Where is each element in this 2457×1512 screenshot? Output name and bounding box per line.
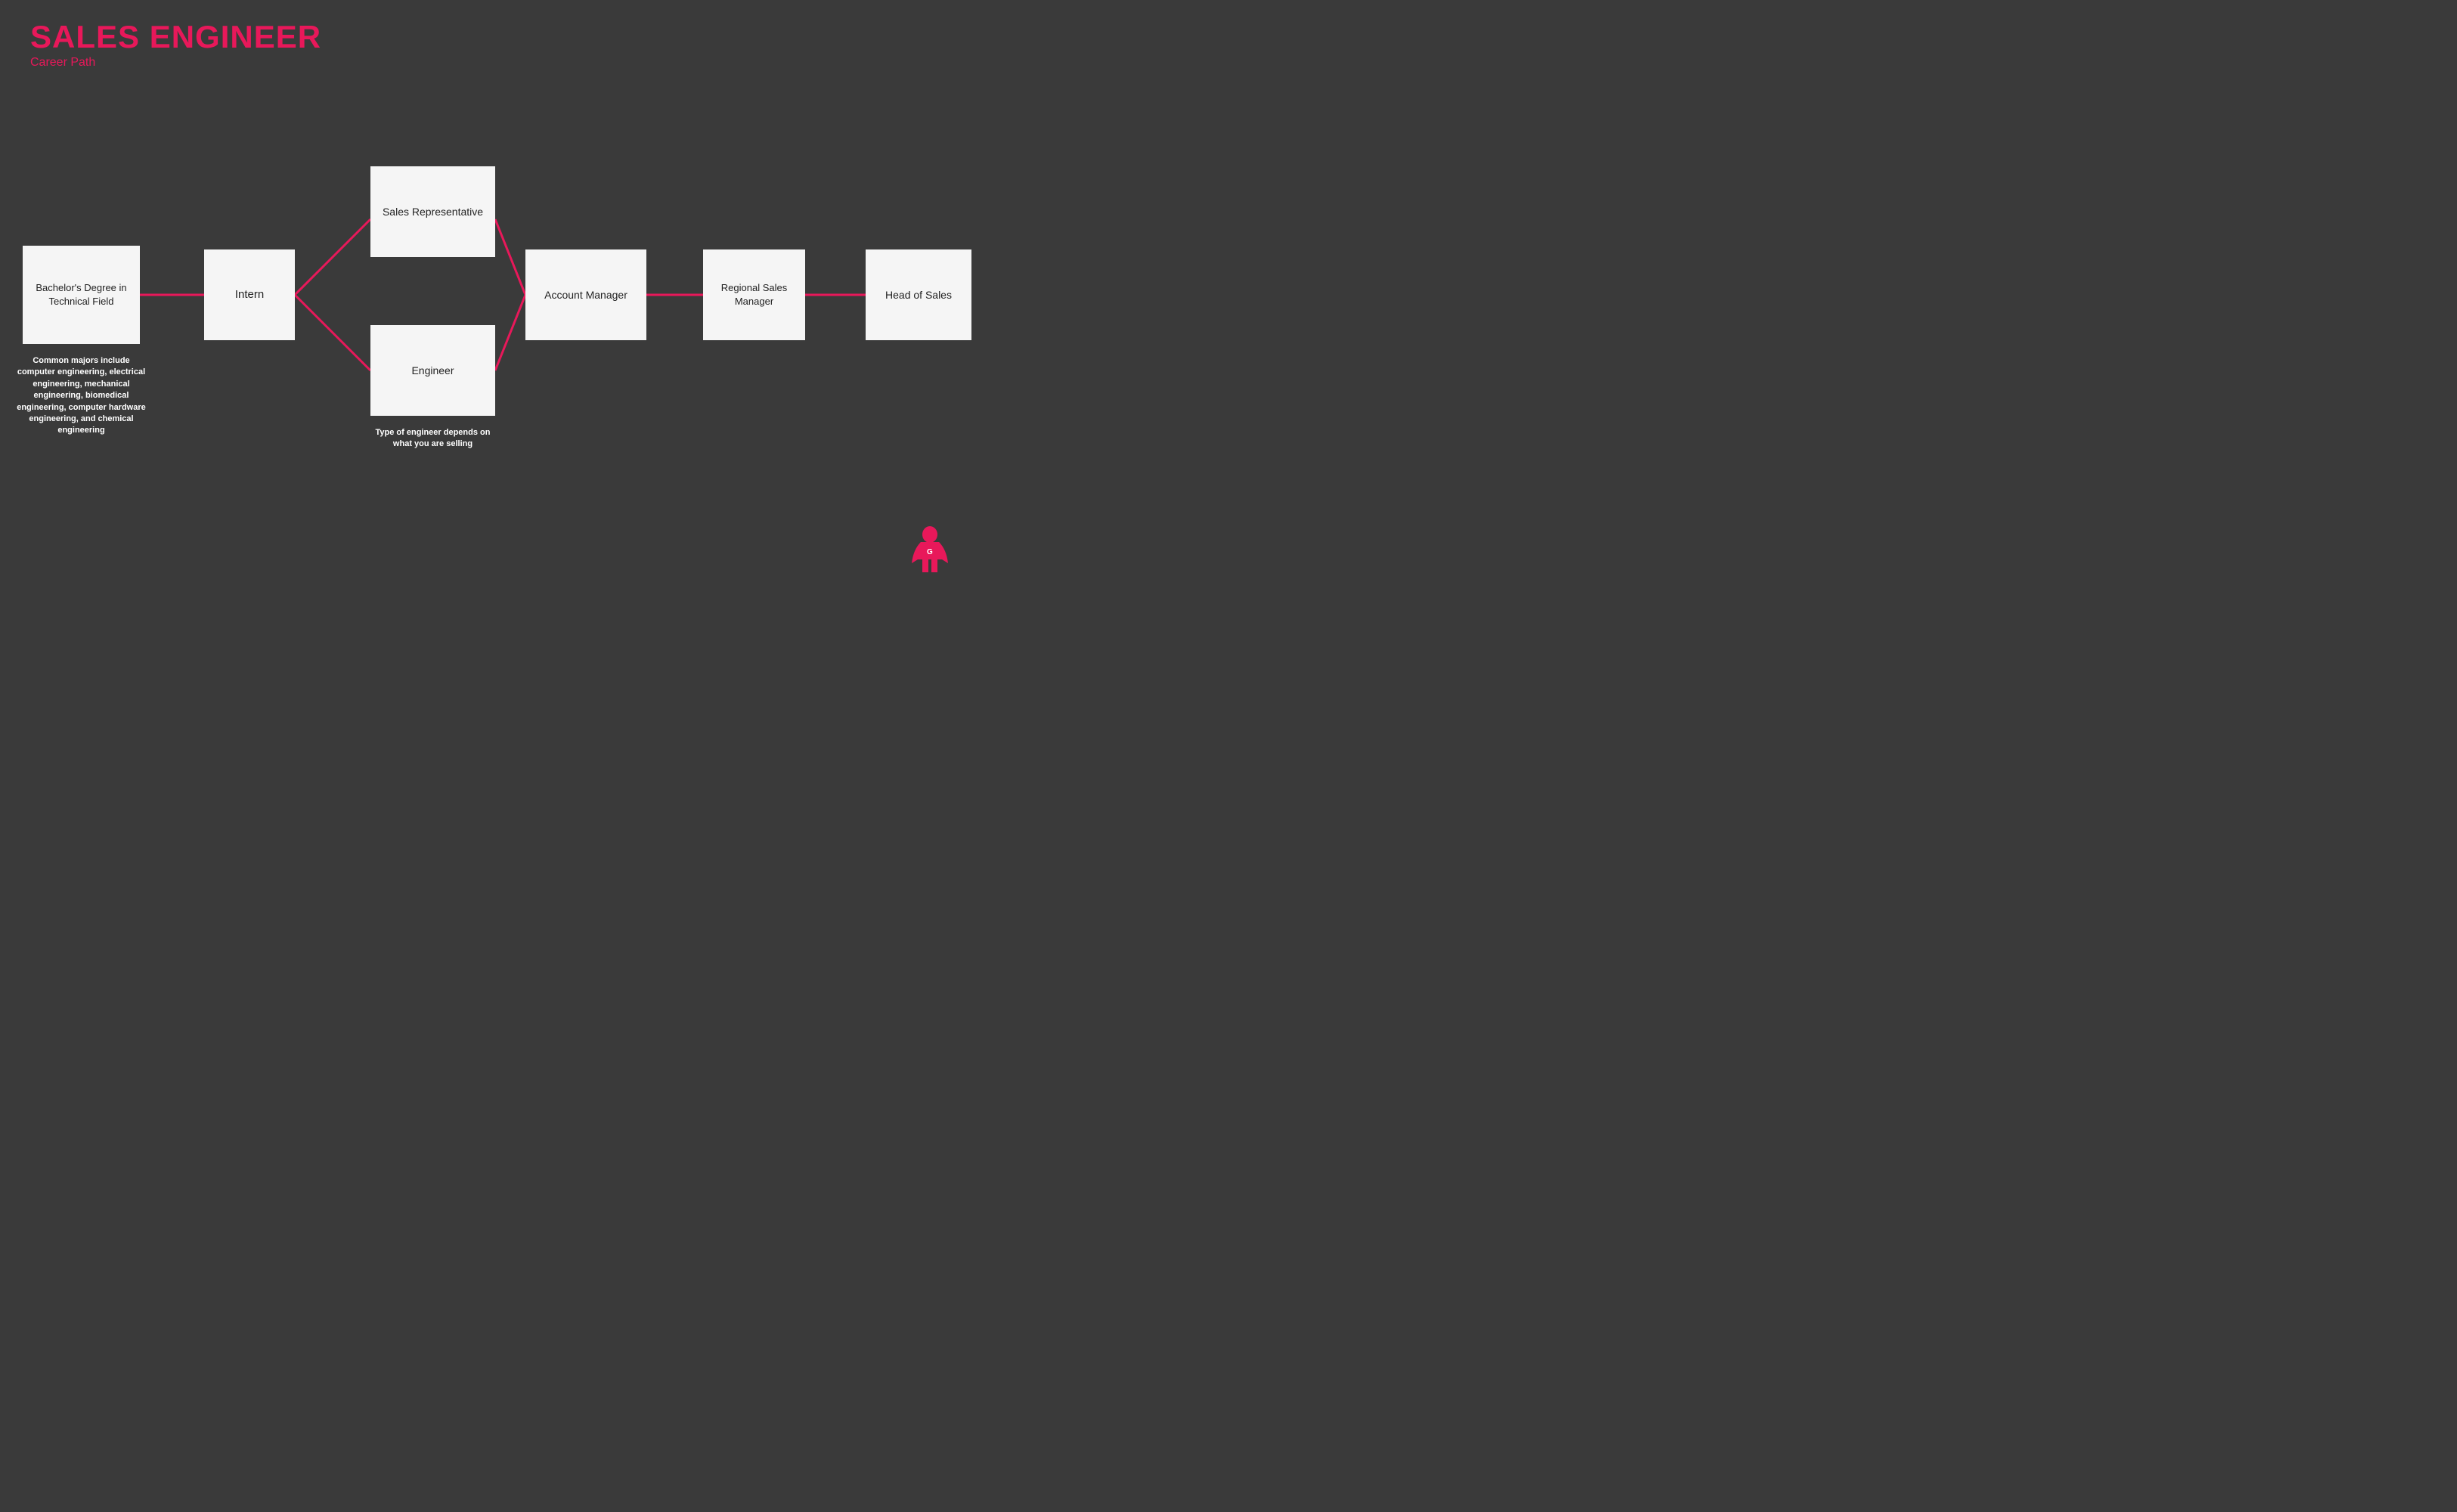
engineer-note: Type of engineer depends on what you are… xyxy=(370,427,495,451)
intern-node: Intern xyxy=(204,249,295,340)
bachelor-node: Bachelor's Degree in Technical Field xyxy=(23,246,140,344)
career-diagram: Bachelor's Degree in Technical Field Com… xyxy=(0,91,983,605)
engineer-node: Engineer xyxy=(370,325,495,416)
regional-sales-node: Regional Sales Manager xyxy=(703,249,805,340)
account-manager-node: Account Manager xyxy=(525,249,646,340)
bachelor-note: Common majors include computer engineeri… xyxy=(15,355,147,437)
sales-rep-node: Sales Representative xyxy=(370,166,495,257)
logo: G xyxy=(907,525,953,582)
page-title: SALES ENGINEER xyxy=(30,21,321,53)
mascot-icon: G xyxy=(907,525,953,578)
svg-text:G: G xyxy=(927,548,933,556)
head-of-sales-node: Head of Sales xyxy=(866,249,971,340)
page-subtitle: Career Path xyxy=(30,56,321,70)
